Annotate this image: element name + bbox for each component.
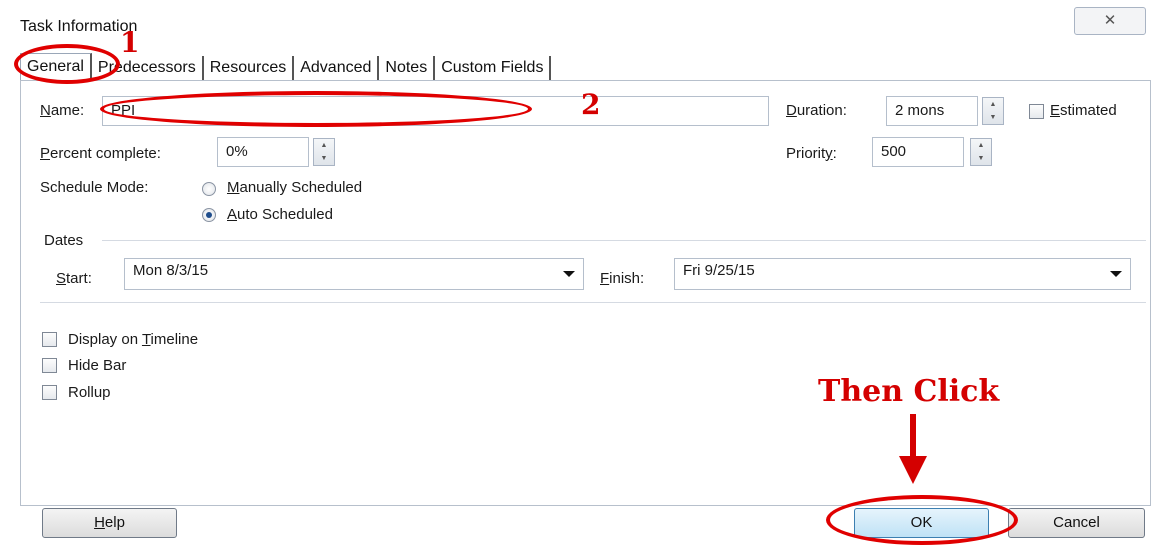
duration-field[interactable]: 2 mons [886, 96, 978, 126]
start-dropdown-arrow-icon[interactable] [563, 271, 575, 277]
spin-up-icon: ▲ [977, 142, 985, 149]
annotation-step-1: 1 [120, 26, 140, 59]
cancel-button[interactable]: Cancel [1008, 508, 1145, 538]
name-label: Name: [40, 102, 85, 119]
priority-spinner[interactable]: ▲ ▼ [970, 138, 992, 166]
estimated-label: Estimated [1050, 102, 1117, 119]
percent-spinner[interactable]: ▲ ▼ [313, 138, 335, 166]
close-icon: ✕ [1103, 12, 1117, 29]
estimated-checkbox[interactable] [1029, 104, 1044, 119]
start-label: Start: [56, 270, 92, 287]
dates-bottom-divider [40, 302, 1146, 303]
start-date-combo[interactable]: Mon 8/3/15 [124, 258, 584, 290]
priority-field[interactable]: 500 [872, 137, 964, 167]
annotation-then-click: Then Click [818, 374, 1000, 409]
annotation-arrow-down-icon [899, 414, 927, 484]
annotation-ellipse-ok-button [826, 495, 1018, 545]
duration-spinner[interactable]: ▲ ▼ [982, 97, 1004, 125]
display-on-timeline-checkbox[interactable] [42, 332, 57, 347]
manually-scheduled-radio[interactable] [202, 182, 216, 196]
spin-down-icon: ▼ [989, 114, 997, 121]
spin-down-icon: ▼ [320, 155, 328, 162]
help-button[interactable]: Help [42, 508, 177, 538]
annotation-ellipse-general-tab [14, 44, 120, 84]
spin-up-icon: ▲ [989, 101, 997, 108]
percent-complete-field[interactable]: 0% [217, 137, 309, 167]
spin-down-icon: ▼ [977, 155, 985, 162]
finish-label: Finish: [600, 270, 645, 287]
name-label-rest: ame: [50, 102, 85, 119]
tab-advanced[interactable]: Advanced [294, 56, 380, 80]
hide-bar-label: Hide Bar [68, 357, 127, 374]
finish-date-combo[interactable]: Fri 9/25/15 [674, 258, 1131, 290]
close-button[interactable]: ✕ [1074, 7, 1146, 35]
finish-dropdown-arrow-icon[interactable] [1110, 271, 1122, 277]
rollup-checkbox[interactable] [42, 385, 57, 400]
rollup-label: Rollup [68, 384, 111, 401]
schedule-mode-label: Schedule Mode: [40, 179, 149, 196]
percent-complete-label: Percent complete: [40, 145, 161, 162]
dates-divider [102, 240, 1146, 241]
tab-notes[interactable]: Notes [379, 56, 436, 80]
dates-group-label: Dates [44, 232, 84, 249]
auto-scheduled-radio[interactable] [202, 208, 216, 222]
manually-scheduled-label: Manually Scheduled [227, 179, 363, 196]
display-on-timeline-label: Display on Timeline [68, 331, 199, 348]
tab-resources[interactable]: Resources [203, 56, 295, 80]
auto-scheduled-label: Auto Scheduled [227, 206, 333, 223]
priority-label: Priority: [786, 145, 837, 162]
annotation-ellipse-name-field [100, 91, 532, 127]
hide-bar-checkbox[interactable] [42, 358, 57, 373]
duration-label: Duration: [786, 102, 847, 119]
tab-custom-fields[interactable]: Custom Fields [435, 56, 552, 80]
annotation-step-2: 2 [581, 88, 601, 121]
spin-up-icon: ▲ [320, 142, 328, 149]
